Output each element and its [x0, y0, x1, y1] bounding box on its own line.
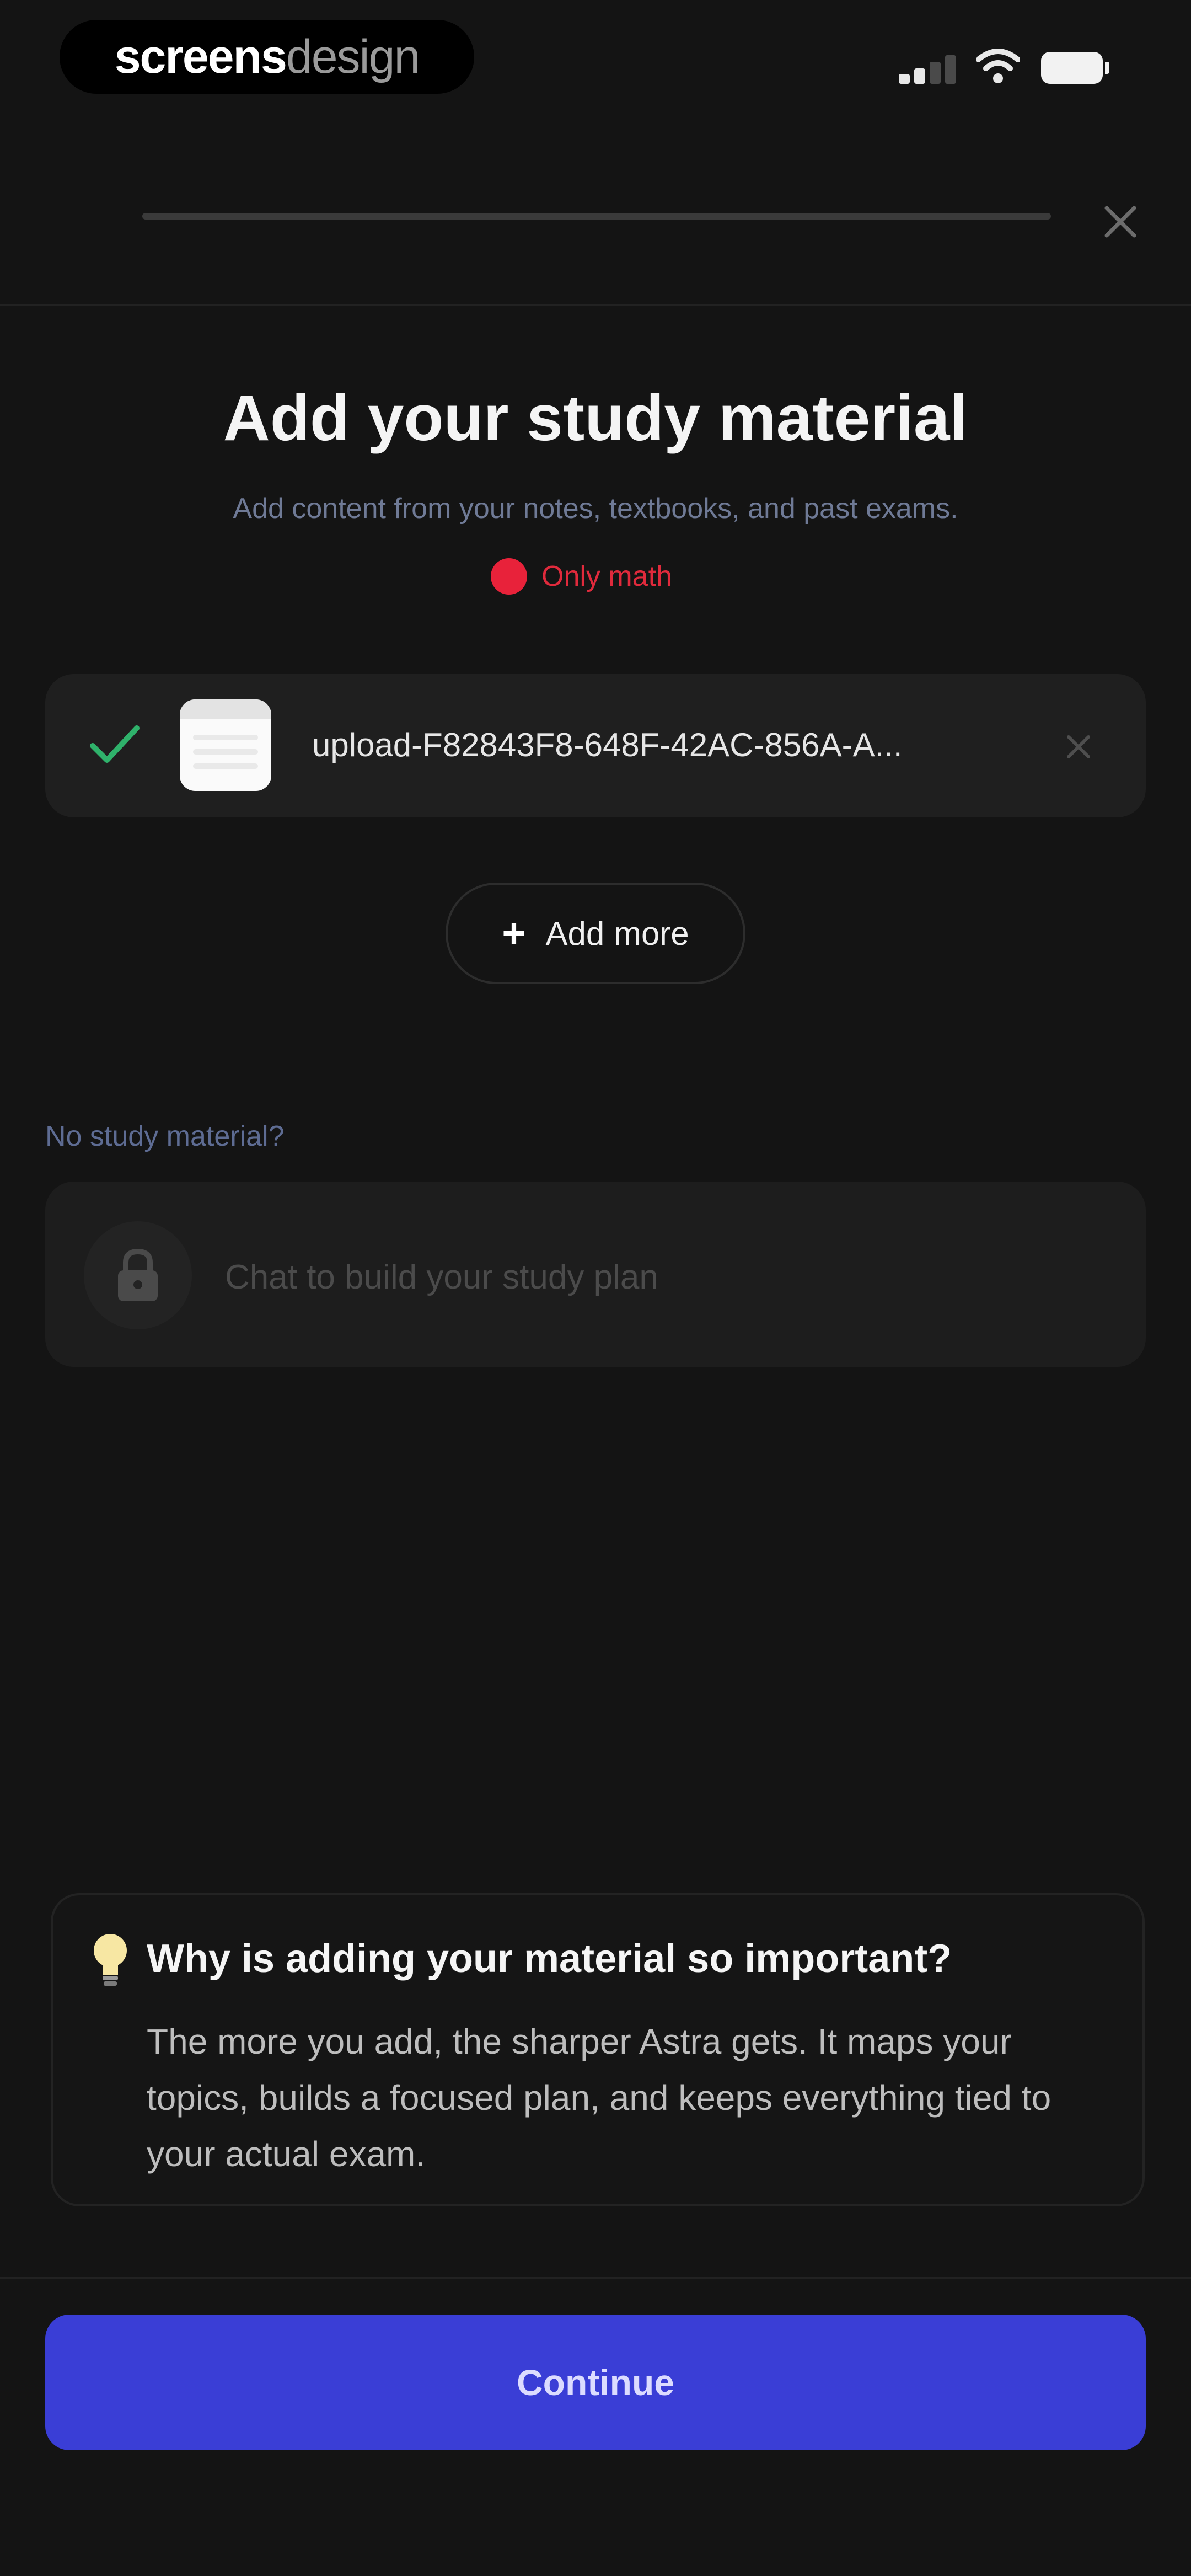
subject-tag: Only math	[491, 557, 672, 596]
wifi-icon	[975, 47, 1021, 85]
brand-logo: screens design	[60, 20, 474, 94]
check-icon	[88, 722, 141, 768]
plus-icon: +	[502, 910, 526, 956]
footer-divider	[0, 2277, 1191, 2279]
remove-file-button[interactable]	[1059, 727, 1098, 767]
file-thumbnail	[180, 699, 271, 791]
brand-logo-part2: design	[286, 30, 420, 83]
subject-tag-label: Only math	[541, 560, 672, 592]
battery-icon	[1041, 52, 1109, 84]
page-title: Add your study material	[223, 382, 968, 455]
info-title: Why is adding your material so important…	[147, 1937, 952, 1981]
info-body: The more you add, the sharper Astra gets…	[147, 2022, 1051, 2174]
lightbulb-icon	[88, 1930, 132, 1990]
close-icon	[1067, 735, 1090, 758]
brand-logo-part1: screens	[114, 30, 287, 83]
cellular-signal-icon	[899, 51, 959, 84]
page-subtitle: Add content from your notes, textbooks, …	[233, 493, 958, 525]
progress-bar	[142, 213, 1051, 220]
close-button[interactable]	[1097, 199, 1144, 245]
header-divider	[0, 304, 1191, 306]
add-more-label: Add more	[545, 915, 689, 952]
lock-icon	[84, 1221, 192, 1329]
tag-dot-icon	[491, 558, 527, 595]
continue-button[interactable]: Continue	[45, 2315, 1146, 2450]
no-material-prompt: No study material?	[45, 1120, 285, 1152]
chat-option-label: Chat to build your study plan	[225, 1258, 658, 1296]
close-icon	[1104, 206, 1136, 238]
add-more-button[interactable]: + Add more	[446, 883, 745, 984]
file-name: upload-F82843F8-648F-42AC-856A-A...	[312, 726, 903, 763]
